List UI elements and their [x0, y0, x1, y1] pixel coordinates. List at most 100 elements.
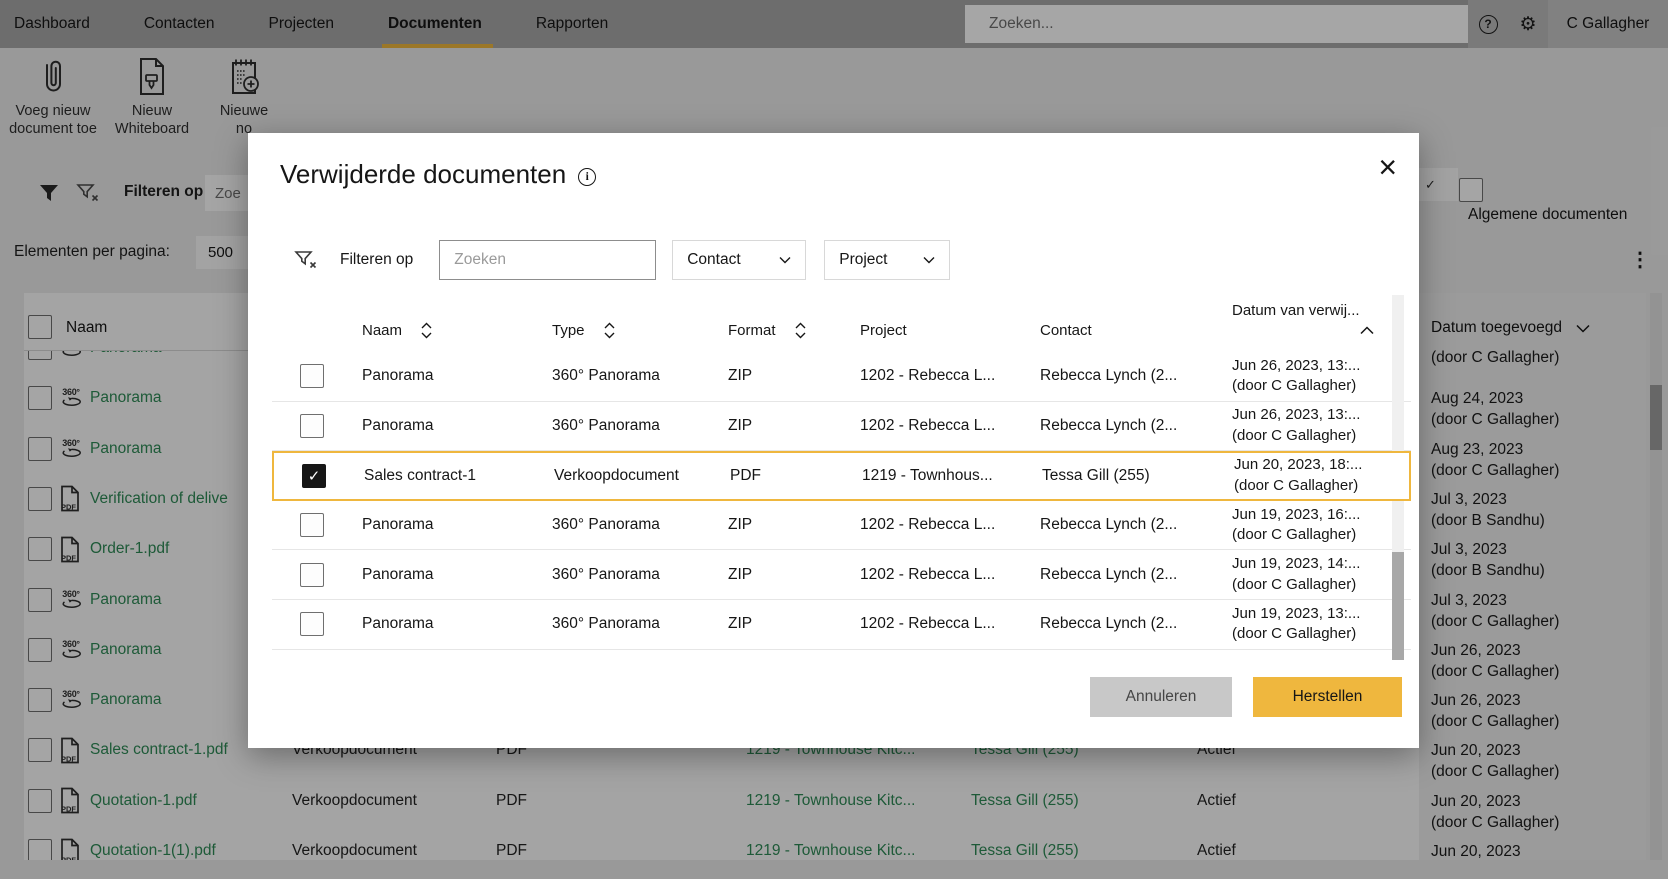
document-format: PDF: [730, 453, 761, 499]
document-type: 360° Panorama: [552, 402, 660, 451]
contact-name: Rebecca Lynch (2...: [1040, 550, 1177, 599]
project-name: 1202 - Rebecca L...: [860, 600, 995, 649]
row-checkbox[interactable]: [300, 563, 324, 587]
modal-filter-row: Filteren op Zoeken Contact Project: [294, 240, 950, 280]
modal-column-header-project[interactable]: Project: [860, 308, 907, 352]
sort-icon: [420, 321, 433, 340]
project-dropdown-label: Project: [839, 251, 887, 269]
document-name: Panorama: [362, 600, 434, 649]
document-format: ZIP: [728, 402, 752, 451]
deleted-date-cell: Jun 19, 2023, 13:...(door C Gallagher): [1232, 600, 1360, 649]
column-label: Format: [728, 322, 776, 339]
row-checkbox[interactable]: [300, 612, 324, 636]
column-label: Naam: [362, 322, 402, 339]
modal-table-row[interactable]: Panorama 360° Panorama ZIP 1202 - Rebecca L…: [272, 402, 1411, 452]
row-checkbox-wrap: [300, 402, 324, 451]
deleted-by: (door C Gallagher): [1232, 426, 1356, 447]
modal-column-header-contact[interactable]: Contact: [1040, 308, 1092, 352]
project-name: 1219 - Townhous...: [862, 453, 993, 499]
document-name: Panorama: [362, 352, 434, 401]
chevron-down-icon: [779, 256, 791, 264]
row-checkbox-wrap: [300, 600, 324, 649]
project-name: 1202 - Rebecca L...: [860, 501, 995, 550]
deleted-date: Jun 19, 2023, 16:...: [1232, 505, 1360, 526]
document-type: 360° Panorama: [552, 352, 660, 401]
deleted-date-cell: Jun 19, 2023, 16:...(door C Gallagher): [1232, 501, 1360, 550]
clear-filter-icon[interactable]: [294, 250, 318, 270]
deleted-documents-modal: Verwijderde documenten i × Filteren op Z…: [248, 133, 1419, 748]
filter-label: Filteren op: [340, 251, 413, 269]
deleted-date-cell: Jun 26, 2023, 13:...(door C Gallagher): [1232, 352, 1360, 401]
document-name: Sales contract-1: [364, 453, 476, 499]
deleted-date: Jun 26, 2023, 13:...: [1232, 356, 1360, 377]
document-format: ZIP: [728, 501, 752, 550]
project-name: 1202 - Rebecca L...: [860, 402, 995, 451]
restore-button[interactable]: Herstellen: [1253, 677, 1402, 717]
deleted-date: Jun 19, 2023, 14:...: [1232, 554, 1360, 575]
modal-scrollbar-thumb[interactable]: [1392, 552, 1404, 660]
row-checkbox[interactable]: [300, 364, 324, 388]
contact-name: Tessa Gill (255): [1042, 453, 1150, 499]
deleted-by: (door C Gallagher): [1232, 575, 1356, 596]
modal-title-text: Verwijderde documenten: [280, 159, 566, 190]
column-label: Contact: [1040, 322, 1092, 339]
modal-column-header-name[interactable]: Naam: [362, 308, 433, 352]
info-icon[interactable]: i: [578, 168, 596, 186]
deleted-date: Jun 19, 2023, 13:...: [1232, 604, 1360, 625]
modal-table-row[interactable]: Panorama 360° Panorama ZIP 1202 - Rebecca L…: [272, 501, 1411, 551]
deleted-by: (door C Gallagher): [1232, 624, 1356, 645]
document-type: 360° Panorama: [552, 501, 660, 550]
modal-search-input[interactable]: Zoeken: [439, 240, 656, 280]
sort-icon: [603, 321, 616, 340]
deleted-date-cell: Jun 20, 2023, 18:...(door C Gallagher): [1234, 453, 1362, 499]
modal-table-row[interactable]: Panorama 360° Panorama ZIP 1202 - Rebecca L…: [272, 352, 1411, 402]
column-label: Project: [860, 322, 907, 339]
deleted-date: Jun 26, 2023, 13:...: [1232, 405, 1360, 426]
row-checkbox-wrap: [300, 550, 324, 599]
document-name: Panorama: [362, 550, 434, 599]
contact-dropdown[interactable]: Contact: [672, 240, 806, 280]
deleted-date-cell: Jun 26, 2023, 13:...(door C Gallagher): [1232, 402, 1360, 451]
modal-table-row[interactable]: ✓ Sales contract-1 Verkoopdocument PDF 1219 …: [272, 451, 1411, 501]
deleted-by: (door C Gallagher): [1232, 376, 1356, 397]
deleted-by: (door C Gallagher): [1232, 525, 1356, 546]
document-name: Panorama: [362, 402, 434, 451]
contact-name: Rebecca Lynch (2...: [1040, 501, 1177, 550]
contact-name: Rebecca Lynch (2...: [1040, 402, 1177, 451]
modal-table-header: NaamTypeFormatProjectContactDatum van ve…: [272, 308, 1411, 352]
project-name: 1202 - Rebecca L...: [860, 550, 995, 599]
document-type: 360° Panorama: [552, 600, 660, 649]
row-checkbox[interactable]: [300, 414, 324, 438]
deleted-date-cell: Jun 19, 2023, 14:...(door C Gallagher): [1232, 550, 1360, 599]
contact-name: Rebecca Lynch (2...: [1040, 352, 1177, 401]
column-label: Type: [552, 322, 585, 339]
modal-title: Verwijderde documenten i: [280, 159, 596, 190]
column-label: Datum van verwij...: [1232, 302, 1360, 319]
chevron-up-icon: [1360, 326, 1374, 335]
contact-name: Rebecca Lynch (2...: [1040, 600, 1177, 649]
project-name: 1202 - Rebecca L...: [860, 352, 995, 401]
document-format: ZIP: [728, 600, 752, 649]
modal-column-header-format[interactable]: Format: [728, 308, 807, 352]
deleted-by: (door C Gallagher): [1234, 476, 1358, 497]
row-checkbox-wrap: ✓: [302, 453, 326, 499]
row-checkbox[interactable]: [300, 513, 324, 537]
document-type: 360° Panorama: [552, 550, 660, 599]
deleted-date: Jun 20, 2023, 18:...: [1234, 455, 1362, 476]
project-dropdown[interactable]: Project: [824, 240, 950, 280]
chevron-down-icon: [923, 256, 935, 264]
modal-table-row[interactable]: Panorama 360° Panorama ZIP 1202 - Rebecca L…: [272, 550, 1411, 600]
document-format: ZIP: [728, 352, 752, 401]
document-type: Verkoopdocument: [554, 453, 679, 499]
modal-column-header-type[interactable]: Type: [552, 308, 616, 352]
contact-dropdown-label: Contact: [687, 251, 740, 269]
document-name: Panorama: [362, 501, 434, 550]
row-checkbox[interactable]: ✓: [302, 464, 326, 488]
sort-icon: [794, 321, 807, 340]
modal-table-rows: Panorama 360° Panorama ZIP 1202 - Rebecca L…: [272, 352, 1411, 650]
document-format: ZIP: [728, 550, 752, 599]
modal-table-row[interactable]: Panorama 360° Panorama ZIP 1202 - Rebecca L…: [272, 600, 1411, 650]
close-icon[interactable]: ×: [1378, 151, 1397, 183]
modal-column-header-deleted-date[interactable]: Datum van verwij...: [1232, 302, 1360, 319]
cancel-button[interactable]: Annuleren: [1090, 677, 1232, 717]
